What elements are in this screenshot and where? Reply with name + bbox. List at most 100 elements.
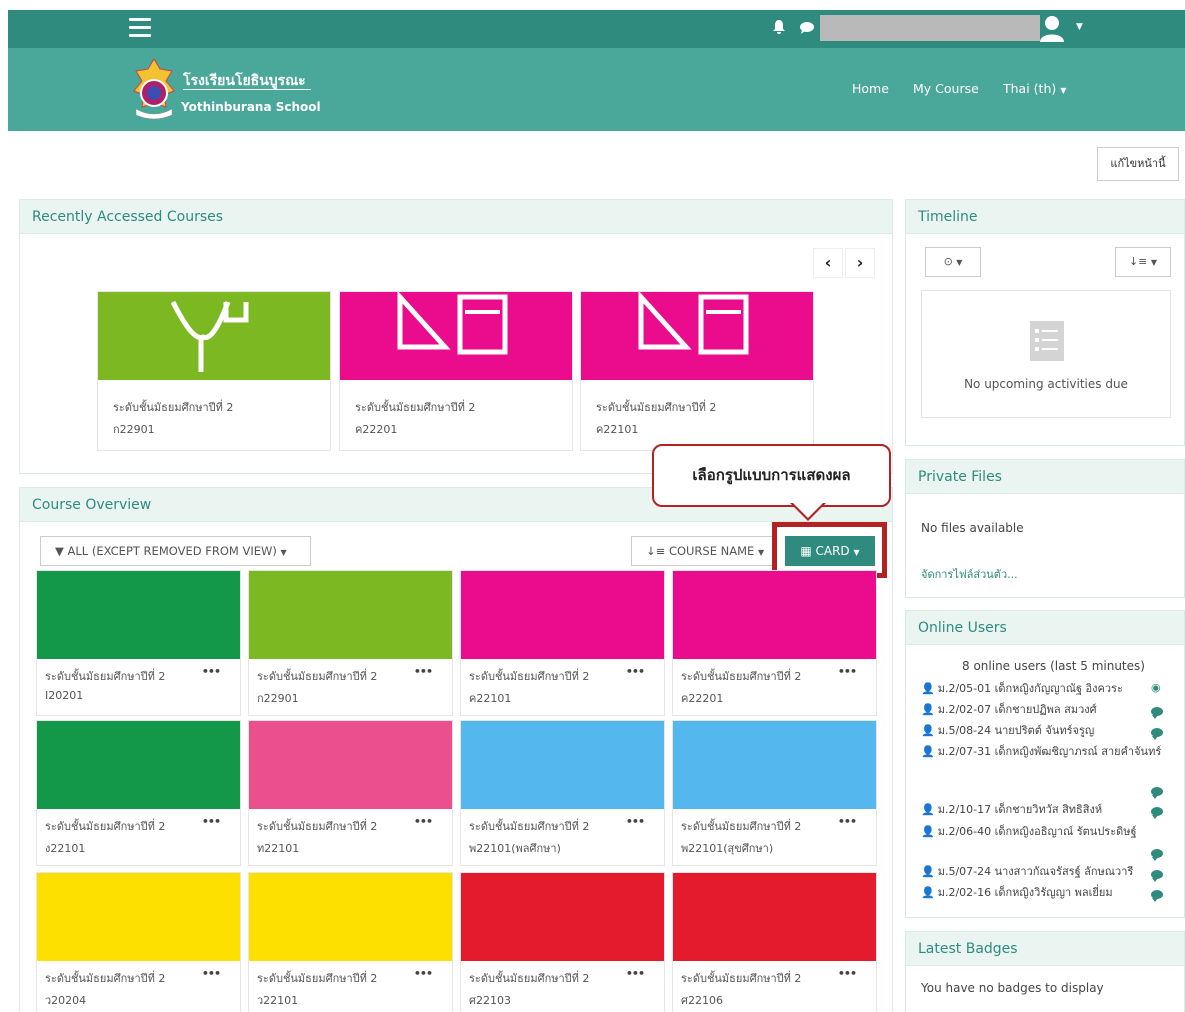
chevron-down-icon: ▼: [280, 548, 287, 557]
course-card[interactable]: ระดับชั้นมัธยมศึกษาปีที่ 2 ••• พ22101(พลศึ…: [460, 720, 665, 866]
online-user-name[interactable]: ม.2/02-07 เด็กชายปฏิพล สมวงศ์: [938, 703, 1097, 716]
course-card[interactable]: ระดับชั้นมัธยมศึกษาปีที่ 2 ••• ง22101: [36, 720, 241, 866]
user-icon: 👤: [921, 703, 935, 716]
online-user-name[interactable]: ม.2/02-16 เด็กหญิงวิรัญญา พลเยี่ยม: [938, 886, 1113, 899]
course-image[interactable]: [673, 571, 876, 659]
course-code: ค22201: [355, 423, 398, 436]
previous-arrow-button[interactable]: ‹: [813, 248, 843, 278]
online-user-name[interactable]: ม.2/06-40 เด็กหญิงอธิญาณ์ รัตนประดิษฐ์: [938, 825, 1137, 838]
nav-language-dropdown[interactable]: Thai (th) ▼: [1003, 81, 1066, 96]
course-level: ระดับชั้นมัธยมศึกษาปีที่ 2: [45, 820, 166, 833]
course-image[interactable]: [37, 721, 240, 809]
online-user-name[interactable]: ม.2/05-01 เด็กหญิงกัญญาณัฐ อิงควระ: [938, 682, 1123, 695]
message-icon[interactable]: [1151, 849, 1163, 861]
recent-course-card[interactable]: ระดับชั้นมัธยมศึกษาปีที่ 2 ค22101: [580, 291, 814, 451]
more-options-icon[interactable]: •••: [626, 815, 645, 828]
course-image[interactable]: [673, 873, 876, 961]
more-options-icon[interactable]: •••: [202, 665, 221, 678]
course-card[interactable]: ระดับชั้นมัธยมศึกษาปีที่ 2 ••• ว22101: [248, 872, 453, 1012]
course-image[interactable]: [249, 873, 452, 961]
timeline-sort-dropdown[interactable]: ↓≡ ▼: [1115, 247, 1171, 277]
timeline-empty-box: No upcoming activities due: [921, 290, 1171, 418]
more-options-icon[interactable]: •••: [838, 815, 857, 828]
message-icon[interactable]: [1151, 890, 1163, 902]
manage-private-files-link[interactable]: จัดการไฟล์ส่วนตัว...: [921, 565, 1018, 583]
course-image[interactable]: [461, 571, 664, 659]
course-image[interactable]: [98, 292, 330, 380]
course-image[interactable]: [461, 873, 664, 961]
online-user-row[interactable]: 👤 ม.2/07-31 เด็กหญิงพัฒชิญาภรณ์ สายคำจันท…: [921, 742, 1166, 760]
chat-icon[interactable]: [800, 22, 814, 38]
course-image[interactable]: [37, 873, 240, 961]
more-options-icon[interactable]: •••: [202, 815, 221, 828]
timeline-empty-text: No upcoming activities due: [964, 377, 1128, 391]
course-card[interactable]: ระดับชั้นมัธยมศึกษาปีที่ 2 ••• ว20204: [36, 872, 241, 1012]
course-card[interactable]: ระดับชั้นมัธยมศึกษาปีที่ 2 ••• พ22101(สุขศ…: [672, 720, 877, 866]
timeline-filter-dropdown[interactable]: ⊙ ▼: [925, 247, 981, 277]
bell-icon[interactable]: [773, 20, 785, 38]
online-user-row[interactable]: 👤 ม.2/10-17 เด็กชายวิทวัส สิทธิสิงห์: [921, 800, 1166, 818]
message-icon[interactable]: [1151, 807, 1163, 819]
nav-home-link[interactable]: Home: [852, 81, 889, 96]
course-image[interactable]: [37, 571, 240, 659]
user-icon: 👤: [921, 745, 935, 758]
online-user-row[interactable]: 👤 ม.2/02-16 เด็กหญิงวิรัญญา พลเยี่ยม: [921, 883, 1166, 901]
online-user-row[interactable]: 👤 ม.2/02-07 เด็กชายปฏิพล สมวงศ์: [921, 700, 1166, 718]
school-name-english[interactable]: Yothinburana School: [181, 100, 321, 114]
user-avatar-icon[interactable]: [1038, 14, 1066, 42]
sort-dropdown[interactable]: ↓≡ COURSE NAME ▼: [631, 536, 773, 566]
more-options-icon[interactable]: •••: [626, 665, 645, 678]
course-image[interactable]: [581, 292, 813, 380]
course-card[interactable]: ระดับชั้นมัธยมศึกษาปีที่ 2 ••• I20201: [36, 570, 241, 716]
more-options-icon[interactable]: •••: [838, 967, 857, 980]
course-card[interactable]: ระดับชั้นมัธยมศึกษาปีที่ 2 ••• ศ22106: [672, 872, 877, 1012]
course-code: ก22901: [257, 692, 299, 705]
course-code: ค22101: [469, 692, 512, 705]
recently-accessed-title: Recently Accessed Courses: [20, 200, 892, 234]
course-image[interactable]: [461, 721, 664, 809]
message-icon[interactable]: [1151, 707, 1163, 719]
menu-icon[interactable]: [129, 18, 151, 38]
user-name-redacted[interactable]: [820, 15, 1040, 41]
more-options-icon[interactable]: •••: [414, 815, 433, 828]
next-arrow-button[interactable]: ›: [845, 248, 875, 278]
callout-tail-inner: [793, 503, 823, 518]
more-options-icon[interactable]: •••: [414, 665, 433, 678]
message-icon[interactable]: [1151, 787, 1163, 799]
course-image[interactable]: [340, 292, 572, 380]
course-card[interactable]: ระดับชั้นมัธยมศึกษาปีที่ 2 ••• ค22101: [460, 570, 665, 716]
course-card[interactable]: ระดับชั้นมัธยมศึกษาปีที่ 2 ••• ท22101: [248, 720, 453, 866]
online-user-name[interactable]: ม.5/08-24 นายปริตต์ จันทร์จรูญ: [938, 724, 1095, 737]
eye-icon[interactable]: ◉: [1151, 681, 1161, 694]
message-icon[interactable]: [1151, 728, 1163, 740]
online-user-row[interactable]: 👤 ม.5/07-24 นางสาวกัณจรัสรฐ์ ลักษณวารี: [921, 862, 1166, 880]
course-card[interactable]: ระดับชั้นมัธยมศึกษาปีที่ 2 ••• ก22901: [248, 570, 453, 716]
message-icon[interactable]: [1151, 870, 1163, 882]
more-options-icon[interactable]: •••: [626, 967, 645, 980]
recent-course-card[interactable]: ระดับชั้นมัธยมศึกษาปีที่ 2 ค22201: [339, 291, 573, 451]
online-user-name[interactable]: ม.2/07-31 เด็กหญิงพัฒชิญาภรณ์ สายคำจันทร…: [938, 745, 1162, 758]
course-level: ระดับชั้นมัธยมศึกษาปีที่ 2: [469, 972, 590, 985]
nav-bar: โรงเรียนโยธินบูรณะ Yothinburana School H…: [8, 48, 1185, 131]
course-code: ศ22106: [681, 994, 723, 1007]
online-user-name[interactable]: ม.5/07-24 นางสาวกัณจรัสรฐ์ ลักษณวารี: [938, 865, 1134, 878]
course-image[interactable]: [249, 571, 452, 659]
online-user-name[interactable]: ม.2/10-17 เด็กชายวิทวัส สิทธิสิงห์: [938, 803, 1102, 816]
user-menu-caret-icon[interactable]: ▼: [1076, 22, 1083, 32]
course-filter-dropdown[interactable]: ▼ ALL (EXCEPT REMOVED FROM VIEW) ▼: [40, 536, 311, 566]
recent-course-card[interactable]: ระดับชั้นมัธยมศึกษาปีที่ 2 ก22901: [97, 291, 331, 451]
course-card[interactable]: ระดับชั้นมัธยมศึกษาปีที่ 2 ••• ศ22103: [460, 872, 665, 1012]
online-user-row[interactable]: 👤 ม.2/05-01 เด็กหญิงกัญญาณัฐ อิงควระ: [921, 679, 1166, 697]
online-user-row[interactable]: 👤 ม.5/08-24 นายปริตต์ จันทร์จรูญ: [921, 721, 1166, 739]
nav-my-course-link[interactable]: My Course: [913, 81, 979, 96]
edit-page-button[interactable]: แก้ไขหน้านี้: [1097, 147, 1179, 181]
course-image[interactable]: [249, 721, 452, 809]
more-options-icon[interactable]: •••: [202, 967, 221, 980]
more-options-icon[interactable]: •••: [414, 967, 433, 980]
course-code: ค22201: [681, 692, 724, 705]
course-image[interactable]: [673, 721, 876, 809]
online-user-row[interactable]: 👤 ม.2/06-40 เด็กหญิงอธิญาณ์ รัตนประดิษฐ์: [921, 822, 1166, 840]
more-options-icon[interactable]: •••: [838, 665, 857, 678]
school-logo-icon[interactable]: [130, 57, 178, 123]
course-card[interactable]: ระดับชั้นมัธยมศึกษาปีที่ 2 ••• ค22201: [672, 570, 877, 716]
